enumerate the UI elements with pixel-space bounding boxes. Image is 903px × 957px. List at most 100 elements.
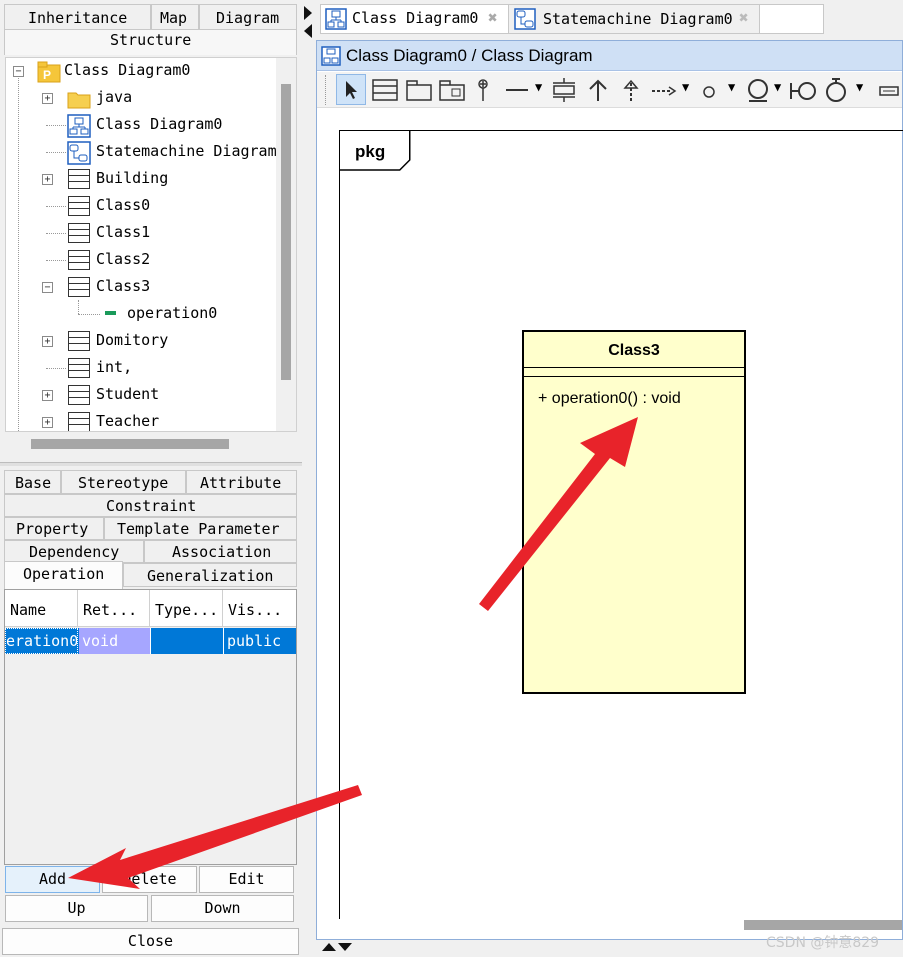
- column-header-type[interactable]: Type...: [150, 590, 223, 627]
- statemachine-diagram-icon: [67, 141, 91, 165]
- structure-tree[interactable]: − P Class Diagram0 + java Class Diagram0…: [5, 57, 297, 432]
- tree-horizontal-scrollbar[interactable]: [5, 433, 271, 453]
- editor-tab-label: Class Diagram0: [352, 9, 479, 27]
- interface-tool-icon[interactable]: [702, 85, 716, 99]
- class-icon: [68, 385, 90, 405]
- close-button[interactable]: Close: [2, 928, 299, 955]
- dropdown-arrow-icon[interactable]: ▼: [535, 80, 542, 94]
- close-tab-icon[interactable]: ✖: [488, 8, 498, 27]
- dropdown-arrow-icon[interactable]: ▼: [774, 80, 781, 94]
- tree-item-label: Domitory: [96, 331, 169, 349]
- editor-tab-label: Statemachine Diagram0: [543, 10, 733, 28]
- class-name[interactable]: Class3: [524, 332, 744, 368]
- tree-item-label: Class0: [96, 196, 151, 214]
- operation-table[interactable]: Name Ret... Type... Vis... eration0 void…: [4, 589, 297, 865]
- subsystem-tool-icon[interactable]: [439, 79, 465, 101]
- edit-button[interactable]: Edit: [199, 866, 294, 893]
- class-operation[interactable]: + operation0() : void: [538, 390, 681, 408]
- collapse-arrows-icon[interactable]: [302, 4, 314, 40]
- up-button[interactable]: Up: [5, 895, 148, 922]
- realization-tool-icon[interactable]: [621, 77, 641, 103]
- expand-icon[interactable]: +: [42, 336, 53, 347]
- expand-icon[interactable]: +: [42, 174, 53, 185]
- expand-icon[interactable]: +: [42, 93, 53, 104]
- class-icon: [68, 412, 90, 431]
- dropdown-arrow-icon[interactable]: ▼: [856, 80, 863, 94]
- tree-item-label: Student: [96, 385, 160, 403]
- down-button[interactable]: Down: [151, 895, 294, 922]
- panel-divider[interactable]: [302, 0, 316, 957]
- class-diagram-icon: [67, 114, 91, 138]
- frame-label: pkg: [355, 142, 386, 161]
- column-header-name[interactable]: Name: [5, 590, 78, 627]
- generalization-tool-icon[interactable]: [587, 77, 609, 103]
- required-interface-tool-icon[interactable]: [789, 80, 819, 102]
- collapse-icon[interactable]: −: [13, 66, 24, 77]
- note-tool-icon[interactable]: [879, 85, 899, 97]
- tree-item-label: java: [96, 88, 133, 106]
- aggregation-tool-icon[interactable]: [552, 77, 576, 103]
- dropdown-arrow-icon[interactable]: ▼: [682, 80, 689, 94]
- tree-vertical-scrollbar[interactable]: [276, 58, 296, 431]
- expand-icon[interactable]: +: [42, 390, 53, 401]
- dependency-tool-icon[interactable]: [651, 86, 677, 96]
- scrollbar-thumb[interactable]: [31, 439, 229, 449]
- class-icon: [68, 196, 90, 216]
- close-tab-icon[interactable]: ✖: [739, 8, 749, 27]
- tab-attribute-label: Attribute: [200, 474, 282, 492]
- diagram-title-bar: Class Diagram0 / Class Diagram: [317, 41, 902, 71]
- expand-icon[interactable]: +: [42, 417, 53, 428]
- statemachine-diagram-icon: [514, 8, 536, 30]
- panel-splitter[interactable]: [0, 462, 302, 466]
- tree-item-label: Teacher: [96, 412, 160, 430]
- scrollbar-thumb[interactable]: [281, 84, 291, 380]
- tree-item-label: Class Diagram0: [96, 115, 223, 133]
- class-icon: [68, 250, 90, 270]
- editor-tab-statemachine[interactable]: Statemachine Diagram0 ✖: [508, 4, 760, 34]
- pin-tool-icon[interactable]: [476, 79, 490, 103]
- scrollbar-thumb[interactable]: [744, 920, 902, 930]
- select-tool-button[interactable]: [336, 74, 366, 105]
- cell-return[interactable]: void: [79, 628, 150, 654]
- provided-interface-tool-icon[interactable]: [745, 78, 771, 104]
- cell-type[interactable]: [150, 628, 223, 654]
- tree-item-label: Class Diagram0: [64, 61, 191, 79]
- editor-area: Class Diagram0 ✖ Statemachine Diagram0 ✖…: [316, 0, 903, 957]
- add-button[interactable]: Add: [5, 866, 100, 893]
- tree-item-label: Class2: [96, 250, 151, 268]
- class-box[interactable]: Class3 + operation0() : void: [522, 330, 746, 694]
- diagram-title: Class Diagram0 / Class Diagram: [346, 46, 593, 65]
- cell-visibility[interactable]: public: [223, 628, 296, 654]
- tab-generalization-label: Generalization: [147, 567, 274, 585]
- scroll-arrows-icon[interactable]: [320, 940, 356, 954]
- class-icon: [68, 169, 90, 189]
- class-icon: [68, 358, 90, 378]
- tree-item-label: int,: [96, 358, 133, 376]
- package-tool-icon[interactable]: [406, 79, 432, 101]
- tab-association-label: Association: [172, 543, 272, 561]
- tab-inheritance-label: Inheritance: [28, 9, 128, 27]
- tab-constraint-label: Constraint: [106, 497, 197, 515]
- toolbar-grip[interactable]: [325, 75, 328, 105]
- association-tool-icon[interactable]: [505, 88, 529, 92]
- tree-item-label: Class3: [96, 277, 151, 295]
- tab-map-label: Map: [160, 9, 188, 27]
- cell-name[interactable]: eration0: [5, 628, 78, 654]
- collapse-icon[interactable]: −: [42, 282, 53, 293]
- dropdown-arrow-icon[interactable]: ▼: [728, 80, 735, 94]
- diagram-canvas[interactable]: pkg Class3 + operation0() : void: [317, 109, 903, 920]
- tab-base-label: Base: [15, 474, 52, 492]
- left-panel: Inheritance Map Diagram Structure − P Cl…: [0, 0, 302, 957]
- tree-item-label: Statemachine Diagram: [96, 142, 277, 160]
- column-header-visibility[interactable]: Vis...: [223, 590, 296, 627]
- column-header-return[interactable]: Ret...: [78, 590, 150, 627]
- tab-stereotype-label: Stereotype: [78, 474, 169, 492]
- tree-item-label: operation0: [127, 304, 218, 322]
- operation-icon: [105, 311, 116, 315]
- class-tool-icon[interactable]: [372, 79, 398, 101]
- tab-property-label: Property: [16, 520, 89, 538]
- tab-structure-label: Structure: [110, 31, 192, 49]
- table-row[interactable]: eration0 void public: [5, 628, 296, 654]
- delete-button[interactable]: Delete: [102, 866, 197, 893]
- port-tool-icon[interactable]: [824, 77, 850, 105]
